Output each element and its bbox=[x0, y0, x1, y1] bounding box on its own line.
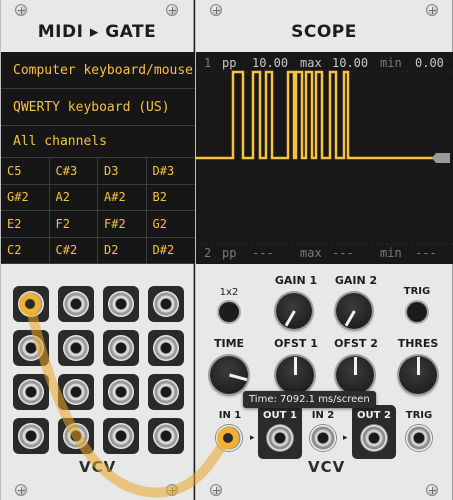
channel-2-stats: 2 pp --- max --- min --- bbox=[196, 244, 453, 262]
midi-channel-selector[interactable]: All channels bbox=[1, 126, 195, 158]
input-2-jack[interactable] bbox=[306, 421, 340, 455]
note-cell[interactable]: F2 bbox=[49, 211, 98, 238]
channel-number: 2 bbox=[204, 246, 212, 260]
midi-display: Computer keyboard/mouse QWERTY keyboard … bbox=[1, 52, 195, 264]
note-cell[interactable]: D#3 bbox=[146, 158, 195, 185]
note-cell[interactable]: C#2 bbox=[49, 237, 98, 264]
input-1-label: IN 1 bbox=[218, 410, 242, 421]
gate-output-jack[interactable] bbox=[58, 330, 94, 366]
gate-output-jack[interactable] bbox=[103, 286, 139, 322]
screw-icon bbox=[15, 484, 27, 496]
screw-icon bbox=[210, 4, 222, 16]
input-2-label: IN 2 bbox=[311, 410, 335, 421]
threshold-label: THRES bbox=[397, 337, 439, 350]
scope-display: 1 pp 10.00 max 10.00 min 0.00 2 pp --- m… bbox=[196, 52, 453, 264]
gate-output-jack[interactable] bbox=[13, 330, 49, 366]
trig-button[interactable] bbox=[407, 302, 427, 322]
output-2-label: OUT 2 bbox=[357, 410, 391, 421]
threshold-knob[interactable] bbox=[399, 356, 437, 394]
output-1-jack[interactable] bbox=[263, 421, 297, 455]
screw-icon bbox=[426, 4, 438, 16]
time-label: TIME bbox=[213, 337, 245, 350]
note-cell[interactable]: D3 bbox=[98, 158, 147, 185]
scope-module: SCOPE 1 pp 10.00 max 10.00 min 0.00 2 pp… bbox=[195, 0, 453, 500]
output-1-label: OUT 1 bbox=[263, 410, 297, 421]
min-label: min bbox=[380, 246, 402, 260]
module-title: MIDI ▸ GATE bbox=[37, 22, 157, 42]
time-knob[interactable] bbox=[210, 356, 248, 394]
note-cell[interactable]: C2 bbox=[1, 237, 50, 264]
trigger-input-label: TRIG bbox=[405, 410, 433, 421]
note-cell[interactable]: A#2 bbox=[98, 184, 147, 211]
min-value: --- bbox=[415, 246, 437, 260]
mode-button[interactable] bbox=[219, 302, 239, 322]
gain-1-label: GAIN 1 bbox=[274, 274, 318, 287]
note-cell[interactable]: E2 bbox=[1, 211, 50, 238]
offset-1-knob[interactable] bbox=[276, 356, 314, 394]
output-2-jack[interactable] bbox=[357, 421, 391, 455]
offset-2-label: OFST 2 bbox=[334, 337, 378, 350]
gain-1-knob[interactable] bbox=[276, 293, 312, 329]
vcv-logo: VCV bbox=[308, 458, 346, 476]
note-cell[interactable]: C#3 bbox=[49, 158, 98, 185]
gain-2-label: GAIN 2 bbox=[334, 274, 378, 287]
trigger-input-jack[interactable] bbox=[402, 421, 436, 455]
note-grid: C5 C#3 D3 D#3 G#2 A2 A#2 B2 E2 F2 F#2 G2… bbox=[1, 158, 195, 264]
channel-1-trace bbox=[196, 70, 434, 160]
gate-output-jack[interactable] bbox=[103, 330, 139, 366]
gate-output-jack[interactable] bbox=[58, 418, 94, 454]
note-cell[interactable]: A2 bbox=[49, 184, 98, 211]
gate-output-jack[interactable] bbox=[13, 418, 49, 454]
gate-output-jack[interactable] bbox=[148, 374, 184, 410]
note-cell[interactable]: C5 bbox=[1, 158, 50, 185]
time-tooltip: Time: 7092.1 ms/screen bbox=[243, 391, 376, 408]
midi-driver-selector[interactable]: Computer keyboard/mouse bbox=[1, 52, 195, 89]
screw-icon bbox=[426, 484, 438, 496]
offset-2-knob[interactable] bbox=[336, 356, 374, 394]
mode-label: 1x2 bbox=[219, 287, 239, 298]
note-cell[interactable]: G2 bbox=[146, 211, 195, 238]
scope-waveform bbox=[196, 70, 453, 245]
trig-label: TRIG bbox=[403, 286, 431, 297]
note-cell[interactable]: D2 bbox=[98, 237, 147, 264]
screw-icon bbox=[166, 4, 178, 16]
midi-device-selector[interactable]: QWERTY keyboard (US) bbox=[1, 89, 195, 126]
gate-output-jack[interactable] bbox=[148, 418, 184, 454]
arrow-right-icon: ▸ bbox=[343, 433, 348, 443]
screw-icon bbox=[166, 484, 178, 496]
offset-1-label: OFST 1 bbox=[274, 337, 318, 350]
midi-gate-module: MIDI ▸ GATE Computer keyboard/mouse QWER… bbox=[0, 0, 195, 500]
trigger-marker-icon bbox=[432, 153, 450, 163]
gate-output-jack[interactable] bbox=[148, 286, 184, 322]
max-value: --- bbox=[332, 246, 354, 260]
screw-icon bbox=[15, 4, 27, 16]
max-label: max bbox=[300, 246, 322, 260]
module-title: SCOPE bbox=[291, 22, 357, 42]
gate-output-jack[interactable] bbox=[13, 374, 49, 410]
screw-icon bbox=[210, 484, 222, 496]
gate-output-jack[interactable] bbox=[103, 418, 139, 454]
gain-2-knob[interactable] bbox=[336, 293, 372, 329]
note-cell[interactable]: F#2 bbox=[98, 211, 147, 238]
note-cell[interactable]: G#2 bbox=[1, 184, 50, 211]
gate-output-jack[interactable] bbox=[148, 330, 184, 366]
gate-output-jack[interactable] bbox=[58, 374, 94, 410]
gate-output-jack[interactable] bbox=[103, 374, 139, 410]
gate-output-jack[interactable] bbox=[13, 286, 49, 322]
gate-output-jack[interactable] bbox=[58, 286, 94, 322]
vcv-logo: VCV bbox=[79, 458, 117, 476]
arrow-right-icon: ▸ bbox=[250, 433, 255, 443]
input-1-jack[interactable] bbox=[212, 421, 246, 455]
pp-label: pp bbox=[222, 246, 237, 260]
pp-value: --- bbox=[252, 246, 274, 260]
note-cell[interactable]: D#2 bbox=[146, 238, 195, 264]
note-cell[interactable]: B2 bbox=[146, 185, 195, 211]
